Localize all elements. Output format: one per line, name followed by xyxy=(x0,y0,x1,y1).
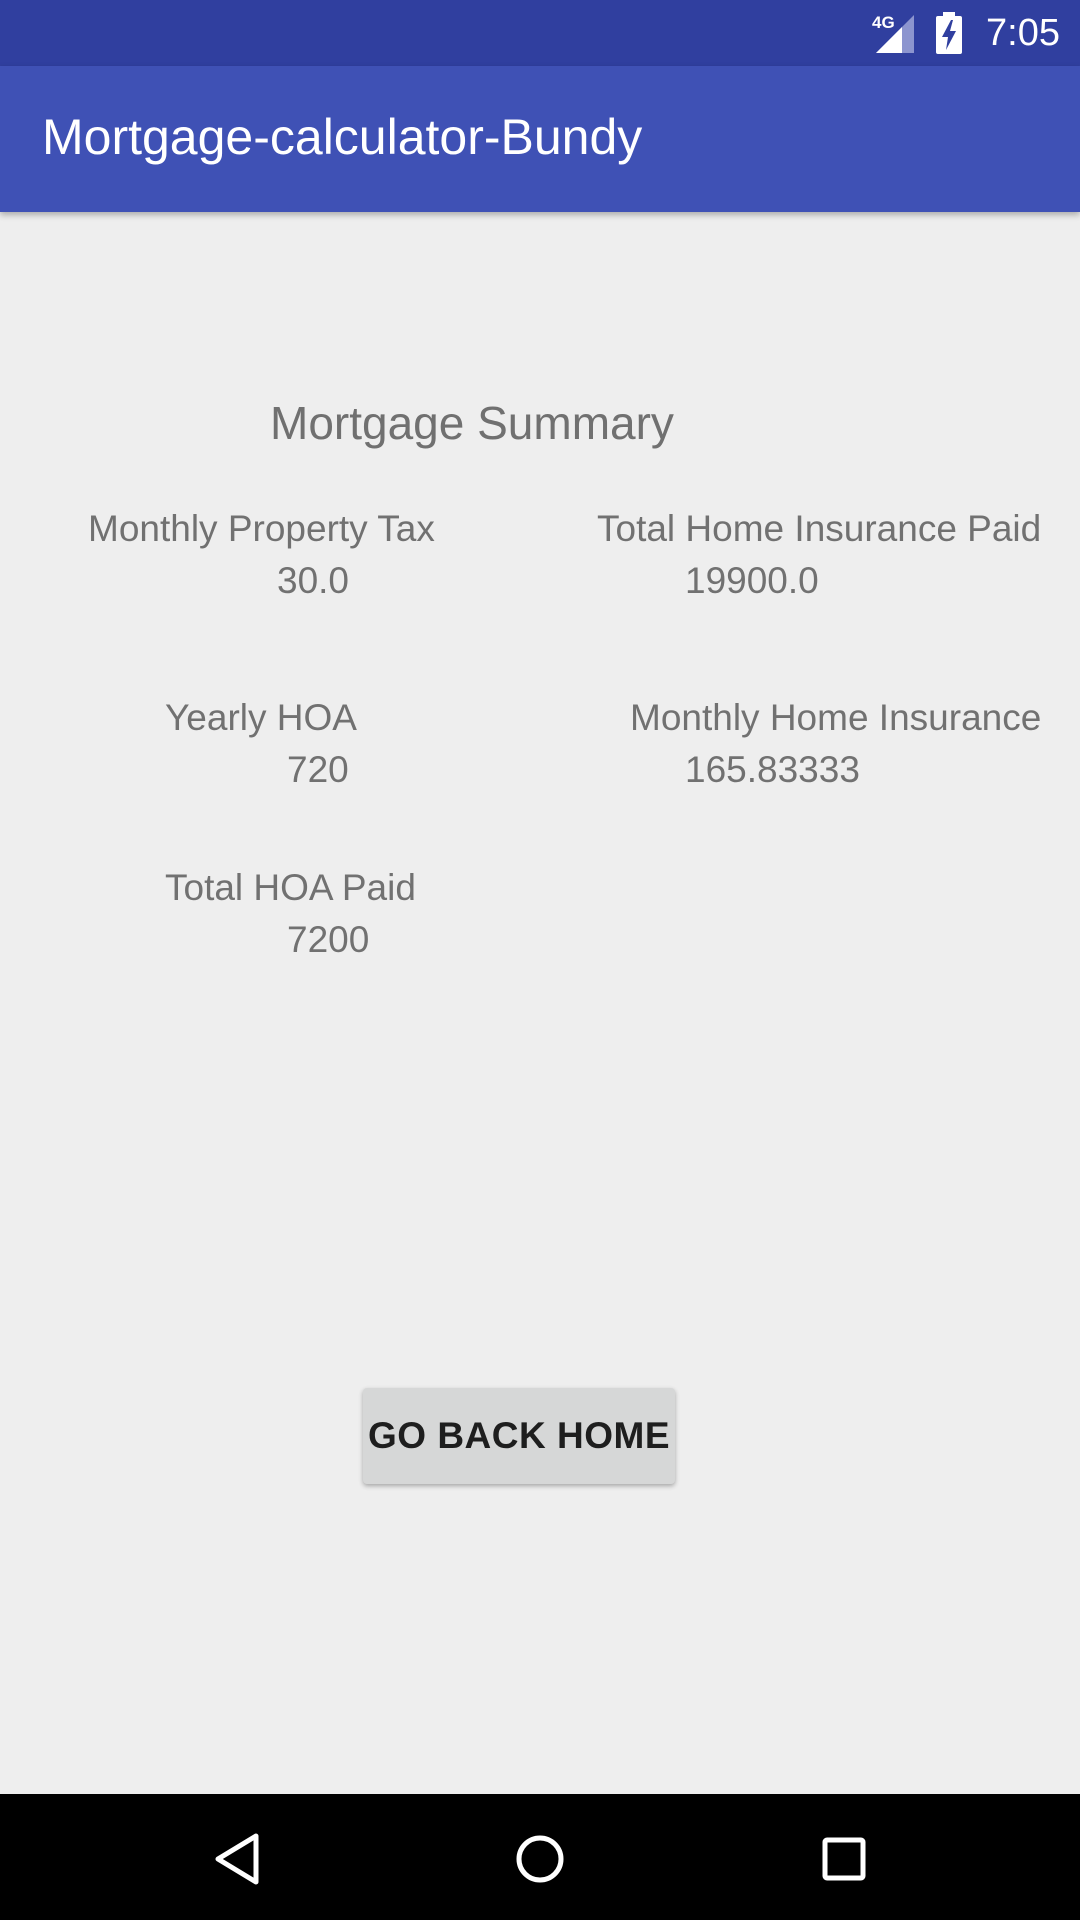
total-home-insurance-paid-value: 19900.0 xyxy=(685,560,819,601)
total-hoa-paid-label: Total HOA Paid xyxy=(165,867,416,908)
go-back-home-button[interactable]: GO BACK HOME xyxy=(363,1388,675,1484)
monthly-home-insurance-value: 165.83333 xyxy=(685,749,860,790)
status-icons: 4G 7:05 xyxy=(872,0,1060,66)
clock: 7:05 xyxy=(986,11,1060,54)
signal-icon: 4G xyxy=(872,11,916,55)
home-icon[interactable] xyxy=(500,1819,580,1899)
back-icon[interactable] xyxy=(197,1819,277,1899)
total-home-insurance-paid-label: Total Home Insurance Paid xyxy=(597,508,1042,549)
yearly-hoa-value: 720 xyxy=(287,749,349,790)
app-bar: Mortgage-calculator-Bundy xyxy=(0,66,1080,212)
summary-heading: Mortgage Summary xyxy=(270,397,674,449)
monthly-property-tax-value: 30.0 xyxy=(277,560,350,601)
yearly-hoa-label: Yearly HOA xyxy=(165,697,357,738)
monthly-home-insurance-label: Monthly Home Insurance xyxy=(630,697,1042,738)
battery-charging-icon xyxy=(934,12,964,54)
app-title: Mortgage-calculator-Bundy xyxy=(42,109,643,165)
monthly-property-tax-label: Monthly Property Tax xyxy=(88,508,435,549)
total-hoa-paid-value: 7200 xyxy=(287,919,370,960)
navigation-bar xyxy=(0,1794,1080,1920)
status-bar: 4G 7:05 xyxy=(0,0,1080,66)
network-type-label: 4G xyxy=(872,13,895,32)
recents-icon[interactable] xyxy=(804,1819,884,1899)
